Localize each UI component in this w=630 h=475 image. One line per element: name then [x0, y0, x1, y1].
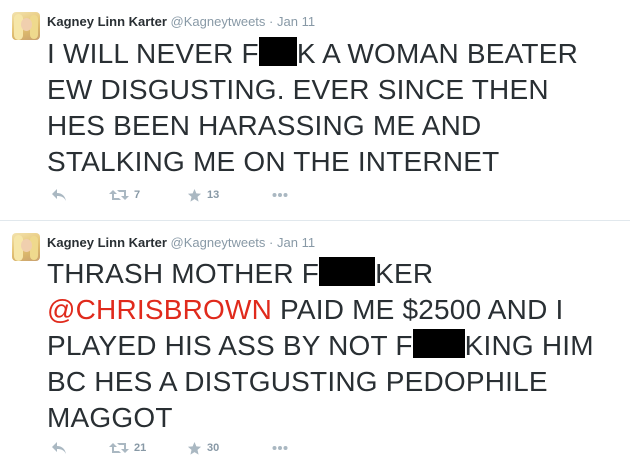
tweet-text: THRASH MOTHER F KER @CHRISBROWN PAID ME $…: [47, 256, 622, 436]
redaction-bar: [319, 257, 376, 286]
tweet-text-line: BC HES A DISTGUSTING PEDOPHILE: [47, 366, 548, 397]
text-segment: I WILL NEVER F: [47, 38, 259, 69]
reply-button[interactable]: [51, 186, 67, 204]
mention-link[interactable]: @CHRISBROWN: [47, 294, 272, 325]
text-segment: PLAYED HIS ASS BY NOT F: [47, 330, 413, 361]
tweet-timestamp[interactable]: Jan 11: [277, 235, 315, 250]
text-segment: K A WOMAN BEATER: [296, 38, 578, 69]
star-icon: [187, 441, 202, 455]
reply-button[interactable]: [51, 439, 67, 457]
tweet-text: I WILL NEVER F K A WOMAN BEATER EW DISGUS…: [47, 36, 622, 180]
tweet-timestamp[interactable]: Jan 11: [277, 14, 315, 29]
reply-icon: [52, 442, 66, 454]
favorite-button[interactable]: 13: [187, 186, 219, 204]
tweet-text-line: THRASH MOTHER F KER: [47, 256, 622, 292]
header-separator: ·: [269, 235, 274, 250]
retweet-icon: [109, 443, 129, 453]
tweet-text-line: PLAYED HIS ASS BY NOT F KING HIM: [47, 328, 622, 364]
text-segment: KING HIM: [464, 330, 594, 361]
more-button[interactable]: [272, 186, 288, 204]
retweet-icon: [109, 190, 129, 200]
retweet-button[interactable]: 7: [109, 186, 140, 204]
retweet-button[interactable]: 21: [109, 439, 146, 457]
header-separator: ·: [269, 14, 274, 29]
tweet-text-line: STALKING ME ON THE INTERNET: [47, 146, 500, 177]
reply-icon: [52, 189, 66, 201]
retweet-count: 7: [134, 189, 141, 201]
tweet-text-line: MAGGOT: [47, 402, 173, 433]
tweet-feed: Kagney Linn Karter @Kagneytweets · Jan 1…: [0, 0, 630, 475]
redaction-bar: [258, 37, 297, 66]
avatar[interactable]: [12, 12, 40, 40]
tweet-text-line: HES BEEN HARASSING ME AND: [47, 110, 482, 141]
avatar[interactable]: [12, 233, 40, 261]
tweet-header: Kagney Linn Karter @Kagneytweets · Jan 1…: [47, 234, 315, 252]
author-name[interactable]: Kagney Linn Karter: [47, 14, 167, 29]
tweet-text-line: @CHRISBROWN PAID ME $2500 AND I: [47, 292, 622, 328]
retweet-count: 21: [134, 442, 147, 454]
tweet-header: Kagney Linn Karter @Kagneytweets · Jan 1…: [47, 13, 315, 31]
text-segment: PAID ME $2500 AND I: [272, 294, 564, 325]
tweet[interactable]: Kagney Linn Karter @Kagneytweets · Jan 1…: [0, 221, 630, 475]
favorite-button[interactable]: 30: [187, 439, 219, 457]
redaction-bar: [412, 329, 465, 358]
star-icon: [187, 188, 202, 202]
author-handle[interactable]: @Kagneytweets: [171, 235, 266, 250]
tweet-text-line: EW DISGUSTING. EVER SINCE THEN: [47, 74, 549, 105]
author-name[interactable]: Kagney Linn Karter: [47, 235, 167, 250]
text-segment: THRASH MOTHER F: [47, 258, 320, 289]
text-segment: KER: [375, 258, 434, 289]
more-dots-icon: [272, 446, 288, 450]
tweet[interactable]: Kagney Linn Karter @Kagneytweets · Jan 1…: [0, 0, 630, 221]
author-handle[interactable]: @Kagneytweets: [171, 14, 266, 29]
more-dots-icon: [272, 193, 288, 197]
favorite-count: 30: [207, 442, 220, 454]
tweet-text-line: I WILL NEVER F K A WOMAN BEATER: [47, 36, 622, 72]
favorite-count: 13: [207, 189, 220, 201]
more-button[interactable]: [272, 439, 288, 457]
